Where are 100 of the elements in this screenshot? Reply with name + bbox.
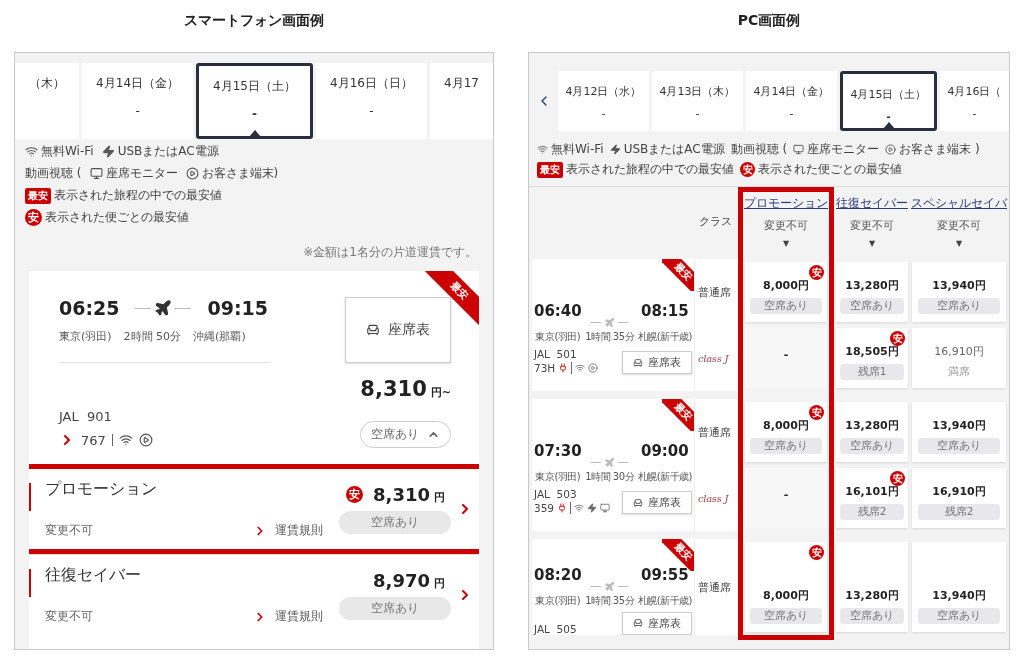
availability-status: 空席あり bbox=[840, 298, 904, 314]
flight-number: JAL 501 bbox=[534, 348, 578, 360]
seat-icon bbox=[366, 323, 380, 337]
lowest-price: 8,310 円~ bbox=[360, 377, 451, 401]
lowest-badge: 安 bbox=[346, 486, 364, 503]
date-tab[interactable]: 4月15日（土） - bbox=[840, 71, 937, 131]
date-tab[interactable]: 4月16日（ - bbox=[940, 71, 1009, 131]
fare-row[interactable]: プロモーション 変更不可 運賃規則 安 8,310 円 空席あり bbox=[29, 464, 479, 554]
date-tab[interactable]: 4月13日（木） - bbox=[652, 71, 743, 131]
arrival-time: 09:15 bbox=[207, 297, 268, 319]
arrival-time: 08:15 bbox=[640, 302, 689, 320]
legend-text: USBまたはAC電源 bbox=[117, 143, 219, 160]
lightning-icon bbox=[101, 145, 115, 158]
fare-name: プロモーション bbox=[45, 479, 158, 500]
seat-map-button[interactable]: 座席表 bbox=[622, 351, 692, 374]
fare-rules-link[interactable]: 運賃規則 bbox=[253, 608, 323, 625]
fare-cell[interactable]: 安 18,505円 残席1 bbox=[836, 328, 908, 388]
availability-status: 空席あり bbox=[840, 608, 904, 624]
lowest-badge: 安 bbox=[890, 331, 905, 346]
fare-cell[interactable]: 安 8,000円 空席あり bbox=[745, 542, 827, 632]
fare-cell[interactable]: 安 8,000円 空席あり bbox=[745, 402, 827, 462]
wifi-icon bbox=[575, 363, 586, 373]
flight-number: JAL 505 bbox=[534, 622, 577, 635]
class-name: class J bbox=[697, 351, 730, 366]
section-heading: PC画面例 bbox=[737, 12, 801, 30]
departure-airport: 東京(羽田) bbox=[535, 330, 581, 344]
arrival-airport: 札幌(新千歳) bbox=[637, 593, 692, 608]
fare-cell[interactable]: 安 8,000円 空席あり bbox=[745, 262, 827, 322]
fare-cell[interactable]: - bbox=[745, 328, 827, 388]
fare-rules-link[interactable]: 運賃規則 bbox=[253, 522, 323, 539]
fare-price: 8,310 円 bbox=[373, 484, 445, 505]
play-icon bbox=[185, 167, 199, 180]
seat-map-button[interactable]: 座席表 bbox=[622, 611, 692, 635]
seat-map-button[interactable]: 座席表 bbox=[622, 491, 692, 514]
availability-status: 空席あり bbox=[339, 597, 451, 620]
fare-condition: 変更不可 bbox=[764, 218, 808, 233]
cheapest-ribbon: 最安 bbox=[662, 399, 694, 431]
fare-cell[interactable]: 16,910円 満席 bbox=[912, 328, 1006, 388]
legend-text: 表示された旅程の中での最安値 bbox=[54, 187, 222, 204]
fare-type-link[interactable]: スペシャルセイバ bbox=[911, 195, 1007, 212]
date-tab[interactable]: 4月16日（日） - bbox=[316, 63, 428, 139]
play-icon bbox=[138, 433, 153, 447]
cheapest-tag: 最安 bbox=[537, 161, 563, 178]
date-tab[interactable]: 4月14日（金） - bbox=[746, 71, 837, 131]
fare-type-link[interactable]: プロモーション bbox=[744, 195, 828, 212]
availability-status: 残席2 bbox=[917, 504, 1001, 520]
date-tab[interactable]: （木） bbox=[15, 63, 80, 139]
monitor-icon bbox=[89, 167, 103, 180]
duration: 1時間 30分 bbox=[585, 470, 635, 484]
legend-text: USBまたはAC電源 bbox=[623, 141, 725, 158]
legend-text: 表示された便ごとの最安値 bbox=[758, 161, 902, 178]
aircraft-type: 73H bbox=[534, 362, 556, 374]
legend-text: 座席モニター bbox=[105, 165, 178, 182]
date-tab[interactable]: 4月17 bbox=[430, 63, 493, 139]
play-icon bbox=[885, 144, 897, 155]
arrival-airport: 沖縄(那覇) bbox=[193, 329, 246, 344]
fare-cell[interactable]: 13,280円 空席あり bbox=[836, 542, 908, 632]
duration: 1時間 35分 bbox=[585, 593, 635, 608]
availability-button[interactable]: 空席あり bbox=[360, 421, 451, 448]
date-tab[interactable]: 4月15日（土） - bbox=[196, 63, 314, 139]
arrival-time: 09:00 bbox=[640, 442, 689, 460]
legend-text: 無料Wi-Fi bbox=[41, 143, 94, 160]
availability-status: 空席あり bbox=[917, 438, 1001, 454]
fare-cell[interactable]: - bbox=[745, 468, 827, 528]
fare-cell[interactable]: 16,910円 残席2 bbox=[912, 468, 1006, 528]
fare-cell[interactable]: 13,940円 空席あり bbox=[912, 402, 1006, 462]
departure-airport: 東京(羽田) bbox=[535, 470, 581, 484]
departure-time: 06:25 bbox=[59, 297, 120, 319]
aircraft-type[interactable]: 767 bbox=[81, 432, 106, 448]
sort-toggle[interactable]: ▼ bbox=[955, 239, 963, 248]
lowest-badge: 安 bbox=[809, 545, 824, 560]
section-heading: スマートフォン画面例 bbox=[184, 12, 324, 30]
legend-text: 動画視聴 ( bbox=[25, 165, 82, 182]
fare-note: ※金額は1名分の片道運賃です。 bbox=[302, 244, 478, 261]
sort-toggle[interactable]: ▼ bbox=[868, 239, 876, 248]
fare-cell[interactable]: 安 16,101円 残席2 bbox=[836, 468, 908, 528]
departure-airport: 東京(羽田) bbox=[535, 593, 581, 608]
fare-name: 往復セイバー bbox=[45, 565, 142, 586]
seat-map-button[interactable]: 座席表 bbox=[345, 297, 451, 363]
lightning-icon bbox=[587, 503, 598, 513]
legend-text: 無料Wi-Fi bbox=[551, 141, 604, 158]
date-tab[interactable]: 4月14日（金） - bbox=[82, 63, 194, 139]
fare-cell[interactable]: 13,940円 空席あり bbox=[912, 542, 1006, 632]
fare-cell[interactable]: 13,940円 空席あり bbox=[912, 262, 1006, 322]
fare-type-link[interactable]: 往復セイバー bbox=[836, 195, 908, 212]
legend-text: 座席モニター bbox=[807, 141, 880, 158]
fare-cell[interactable]: 13,280円 空席あり bbox=[836, 262, 908, 322]
availability-status: 空席あり bbox=[339, 511, 451, 534]
seat-icon bbox=[633, 497, 643, 508]
date-tab[interactable]: 4月12日（水） - bbox=[558, 71, 649, 131]
availability-status: 残席1 bbox=[840, 364, 904, 380]
plane-icon bbox=[591, 580, 629, 592]
plane-icon bbox=[135, 299, 192, 317]
class-header: クラス bbox=[699, 214, 732, 229]
availability-status: 空席あり bbox=[749, 298, 823, 314]
fare-cell[interactable]: 13,280円 空席あり bbox=[836, 402, 908, 462]
fare-price: 8,970 円 bbox=[373, 570, 445, 591]
sort-toggle[interactable]: ▼ bbox=[782, 239, 790, 248]
lightning-icon bbox=[609, 144, 621, 155]
legend-text: お客さま端末) bbox=[201, 165, 279, 182]
